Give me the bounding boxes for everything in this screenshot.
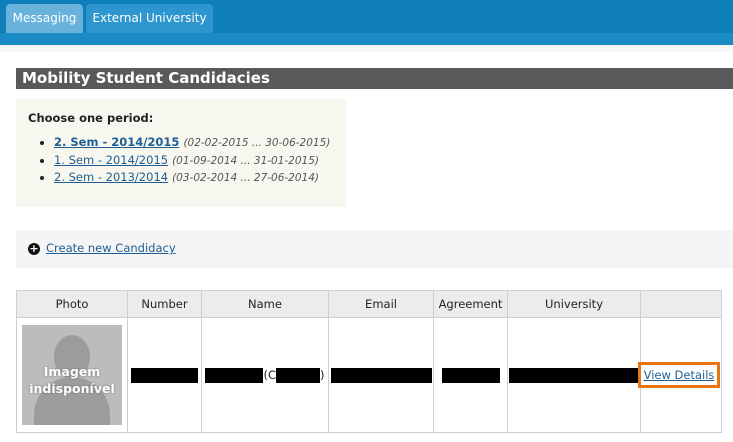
period-dates: (02-02-2015 ... 30-06-2015): [183, 137, 331, 149]
redacted-agreement: [441, 367, 500, 383]
redacted-email: [330, 367, 432, 383]
candidacies-table: Photo Number Name Email Agreement Univer…: [16, 290, 722, 433]
column-header-name: Name: [201, 290, 329, 318]
redacted-number: [131, 367, 198, 383]
top-tab-bar: Messaging External University: [0, 0, 733, 33]
name-paren-close: ): [320, 367, 325, 382]
plus-circle-icon[interactable]: +: [28, 243, 40, 255]
view-details-highlight: View Details: [637, 362, 721, 388]
table-row: Imagem indisponível (C) View Details: [16, 317, 722, 433]
create-candidacy-link[interactable]: Create new Candidacy: [46, 241, 176, 255]
list-item: 2. Sem - 2013/2014 (03-02-2014 ... 27-06-…: [39, 169, 330, 187]
tab-messaging[interactable]: Messaging: [6, 4, 83, 33]
agreement-cell: [433, 317, 508, 433]
column-header-actions: [640, 290, 722, 318]
email-cell: [328, 317, 434, 433]
view-details-link[interactable]: View Details: [644, 368, 715, 382]
tab-external-university[interactable]: External University: [86, 4, 213, 33]
period-dates: (01-09-2014 ... 31-01-2015): [172, 154, 320, 167]
university-cell: [507, 317, 641, 433]
redacted-name: [205, 367, 264, 383]
number-cell: [127, 317, 202, 433]
name-paren-open: (C: [263, 367, 277, 382]
period-selector: Choose one period: 2. Sem - 2014/2015 (02…: [16, 99, 346, 207]
period-link-2sem-2014-2015[interactable]: 2. Sem - 2014/2015: [54, 135, 179, 149]
redacted-name-extra: [276, 367, 321, 383]
column-header-email: Email: [328, 290, 434, 318]
photo-placeholder-text: Imagem indisponível: [29, 364, 115, 396]
create-candidacy-bar: + Create new Candidacy: [16, 230, 733, 268]
name-cell: (C): [201, 317, 329, 433]
period-dates: (03-02-2014 ... 27-06-2014): [172, 172, 320, 184]
actions-cell: View Details: [637, 317, 722, 433]
period-heading: Choose one period:: [28, 111, 154, 125]
photo-cell: Imagem indisponível: [16, 317, 128, 433]
table-header-row: Photo Number Name Email Agreement Univer…: [16, 290, 722, 318]
list-item: 1. Sem - 2014/2015 (01-09-2014 ... 31-01-…: [39, 152, 330, 170]
avatar: Imagem indisponível: [22, 325, 122, 425]
period-list: 2. Sem - 2014/2015 (02-02-2015 ... 30-06-…: [39, 134, 331, 187]
redacted-university: [508, 367, 640, 383]
column-header-photo: Photo: [16, 290, 128, 318]
column-header-agreement: Agreement: [433, 290, 508, 318]
period-link-1sem-2014-2015[interactable]: 1. Sem - 2014/2015: [54, 153, 168, 167]
period-link-2sem-2013-2014[interactable]: 2. Sem - 2013/2014: [54, 170, 168, 184]
list-item: 2. Sem - 2014/2015 (02-02-2015 ... 30-06-…: [39, 134, 331, 152]
column-header-number: Number: [127, 290, 202, 318]
sub-nav-bar: [0, 33, 733, 45]
page-title: Mobility Student Candidacies: [16, 68, 733, 89]
column-header-university: University: [507, 290, 641, 318]
